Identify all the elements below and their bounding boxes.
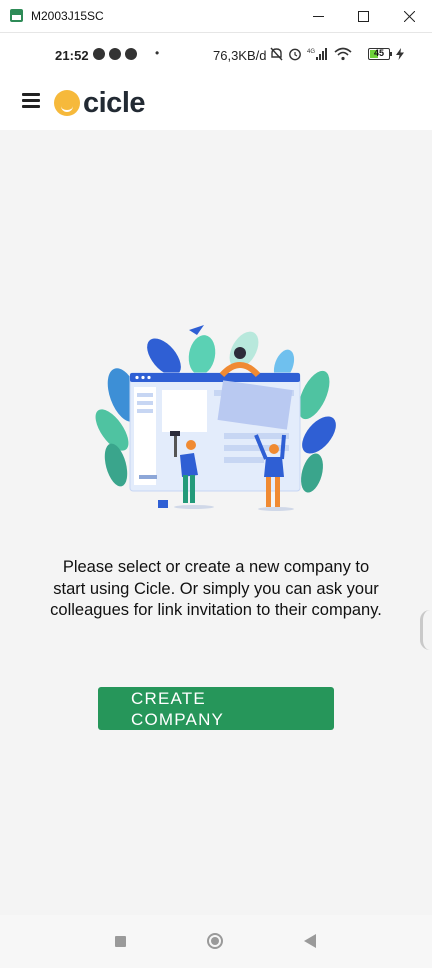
- notification-icons: [93, 48, 137, 60]
- recent-apps-icon[interactable]: [115, 936, 126, 947]
- navigation-bar: [0, 915, 432, 968]
- alarm-icon: [289, 48, 301, 61]
- battery-tip: [390, 52, 392, 56]
- main-content: Please select or create a new company to…: [0, 130, 432, 915]
- window-titlebar: M2003J15SC: [0, 0, 432, 33]
- phone-screen: 21:52 • 76,3KB/d 4G 45 cicle Please sele…: [0, 33, 432, 968]
- status-icons: 4G: [270, 47, 352, 61]
- close-button[interactable]: [386, 0, 432, 32]
- empty-state-message: Please select or create a new company to…: [50, 558, 382, 619]
- create-company-button[interactable]: CREATE COMPANY: [98, 687, 334, 730]
- charging-icon: [396, 48, 404, 60]
- team-collaboration-illustration: [95, 325, 336, 511]
- battery-icon: 45: [368, 48, 390, 60]
- close-icon: [403, 10, 415, 22]
- maximize-button[interactable]: [340, 0, 386, 32]
- mute-bell-icon: [270, 47, 283, 61]
- status-bar: 21:52 • 76,3KB/d 4G 45: [0, 33, 432, 78]
- notification-icon: [125, 48, 137, 60]
- logo-text: cicle: [83, 87, 146, 119]
- sync-icon: [109, 48, 121, 60]
- maximize-icon: [357, 10, 369, 22]
- edge-swipe-handle[interactable]: [420, 610, 432, 650]
- minimize-button[interactable]: [295, 0, 341, 32]
- logo-mark-icon: [54, 90, 80, 116]
- signal-icon: 4G: [307, 48, 327, 60]
- app-bar: cicle: [0, 78, 432, 130]
- app-icon: [10, 9, 23, 22]
- home-icon[interactable]: [207, 933, 223, 949]
- network-speed: 76,3KB/d: [213, 48, 267, 63]
- minimize-icon: [312, 15, 324, 17]
- wifi-icon: [334, 47, 352, 61]
- battery-level: 45: [373, 48, 384, 58]
- hamburger-menu-icon[interactable]: [22, 93, 40, 109]
- status-time: 21:52: [55, 48, 89, 63]
- more-notifications-dot: •: [155, 46, 160, 60]
- back-icon[interactable]: [303, 934, 317, 948]
- notification-icon: [93, 48, 105, 60]
- svg-text:4G: 4G: [307, 49, 315, 55]
- window-title: M2003J15SC: [31, 9, 104, 23]
- cicle-logo: cicle: [54, 86, 146, 120]
